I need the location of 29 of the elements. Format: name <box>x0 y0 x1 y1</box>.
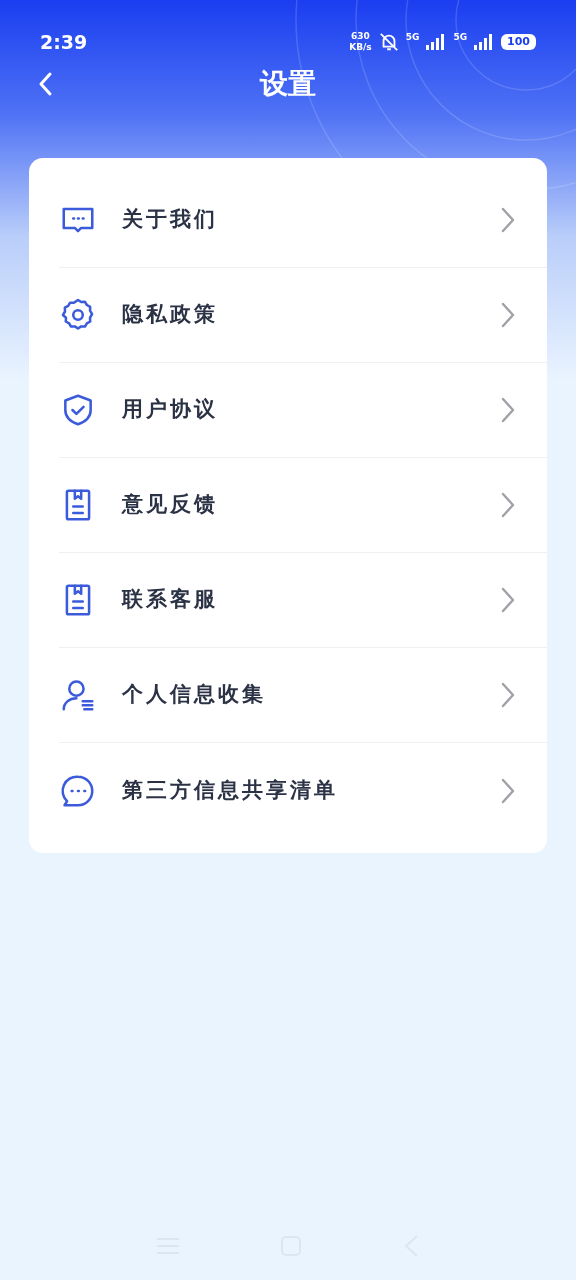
network-type: 5G <box>453 31 468 44</box>
chevron-right-icon <box>501 587 515 613</box>
item-label: 意见反馈 <box>122 491 219 519</box>
item-label: 关于我们 <box>122 206 219 234</box>
battery-level: 100 <box>501 34 536 50</box>
muted-bell-icon <box>377 32 400 52</box>
chevron-right-icon <box>501 777 515 804</box>
settings-item[interactable]: 第三方信息共享清单 <box>59 743 547 838</box>
item-label: 用户协议 <box>122 396 219 424</box>
chevron-right-icon <box>501 492 515 518</box>
item-label: 联系客服 <box>122 586 219 614</box>
item-label: 隐私政策 <box>122 301 219 329</box>
item-label: 个人信息收集 <box>122 681 267 709</box>
item-label: 第三方信息共享清单 <box>122 776 339 804</box>
settings-item[interactable]: 关于我们 <box>59 173 547 268</box>
settings-item[interactable]: 隐私政策 <box>59 268 547 363</box>
chevron-right-icon <box>501 302 515 328</box>
settings-item[interactable]: 个人信息收集 <box>59 648 547 743</box>
network-type: 5G <box>405 31 420 44</box>
network-speed-value: 630 <box>351 31 370 42</box>
network-speed-unit: KB/s <box>349 42 372 53</box>
status-time: 2:39 <box>40 29 88 55</box>
chevron-right-icon <box>501 682 515 708</box>
page-title: 设置 <box>260 66 316 102</box>
settings-item[interactable]: 联系客服 <box>59 553 547 648</box>
chevron-right-icon <box>501 397 515 423</box>
settings-item[interactable]: 用户协议 <box>59 363 547 458</box>
settings-item[interactable]: 意见反馈 <box>59 458 547 553</box>
chevron-right-icon <box>501 207 515 233</box>
